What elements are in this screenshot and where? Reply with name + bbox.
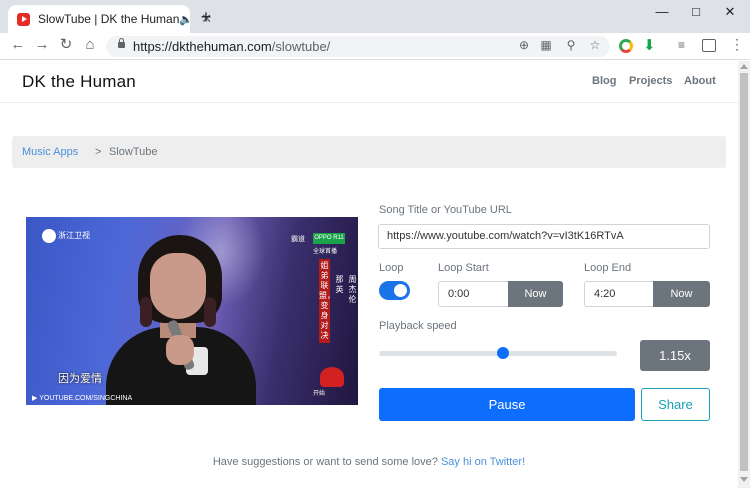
browser-tab-bar: SlowTube | DK the Human 🔈 ✕ + — □ ✕ [0,0,750,33]
extension-chrome-icon[interactable] [619,39,633,53]
loop-end-label: Loop End [584,262,632,274]
page-scrollbar[interactable] [738,61,750,488]
tab-title: SlowTube | DK the Human [38,12,180,26]
footer: Have suggestions or want to send some lo… [0,456,738,468]
download-arrow-icon[interactable]: ⬇ [643,36,657,54]
browser-toolbar: ← → ↻ ⌂ https://dkthehuman.com/slowtube/… [0,33,750,60]
new-tab-button[interactable]: + [198,8,214,26]
video-watermark: ▶ YOUTUBE.COM/SINGCHINA [32,395,133,402]
reading-list-icon[interactable]: ≡ [678,38,692,52]
youtube-favicon-icon [17,12,30,26]
site-brand[interactable]: DK the Human [22,72,136,92]
playback-speed-value: 1.15x [640,340,710,371]
url-text: https://dkthehuman.com/slowtube/ [133,39,331,54]
site-header: DK the Human Blog Projects About [0,61,738,103]
channel-logo-icon [42,229,56,243]
breadcrumb-music-apps[interactable]: Music Apps [22,146,78,158]
add-icon[interactable]: ⊕ [516,38,532,52]
toggle-knob [394,284,407,297]
twitter-link[interactable]: Say hi on Twitter! [441,456,525,468]
breadcrumb-separator: > [95,146,102,158]
translate-icon[interactable]: ▦ [538,38,554,52]
zoom-icon[interactable]: ⚲ [563,38,579,52]
singer-hand [166,335,194,365]
loop-start-label: Loop Start [438,262,489,274]
loop-end-input[interactable]: 4:20 [584,281,653,307]
back-icon[interactable]: ← [10,36,26,54]
close-window-icon[interactable]: ✕ [720,4,740,20]
sponsor-subtitle: 全球首播 [313,249,338,255]
bookmark-star-icon[interactable]: ☆ [587,38,603,52]
minimize-icon[interactable]: — [652,4,672,19]
video-subtitle: 因为爱情 [58,373,102,385]
nav-about[interactable]: About [684,75,716,87]
menu-dots-icon[interactable]: ⋮ [730,36,744,52]
loop-start-input[interactable]: 0:00 [438,281,508,307]
maximize-icon[interactable]: □ [686,4,706,19]
playback-speed-label: Playback speed [379,320,457,332]
lock-icon [118,38,125,48]
vertical-caption-3: 周杰伦 [348,275,357,304]
corner-tag: 霸道 [291,236,305,243]
channel-logo: 浙江卫视 [42,229,90,243]
video-player[interactable]: 浙江卫视 霸道 OPPO R11 全球首播 姐弟联盟，变身对决 那英 周杰伦 开… [26,217,358,405]
song-url-input[interactable]: https://www.youtube.com/watch?v=vI3tK16R… [378,224,710,249]
singer-face [150,253,206,319]
nav-projects[interactable]: Projects [629,75,672,87]
scroll-down-icon[interactable] [740,477,748,482]
buzzer-button-graphic [320,367,344,387]
breadcrumb: Music Apps > SlowTube [12,136,726,168]
forward-icon[interactable]: → [34,36,50,54]
loop-end-now-button[interactable]: Now [653,281,710,307]
scroll-thumb[interactable] [740,73,748,471]
scroll-up-icon[interactable] [740,64,748,69]
speaker-icon[interactable]: 🔈 [179,13,193,26]
home-icon[interactable]: ⌂ [82,36,98,54]
browser-tab[interactable]: SlowTube | DK the Human 🔈 ✕ [8,5,212,33]
earring-left [140,297,152,327]
reload-icon[interactable]: ↻ [58,36,74,54]
slider-thumb[interactable] [496,347,509,359]
pause-button[interactable]: Pause [379,388,635,421]
loop-label: Loop [379,262,404,274]
loop-start-now-button[interactable]: Now [508,281,563,307]
address-bar[interactable]: https://dkthehuman.com/slowtube/ ⊕ ▦ ⚲ ☆ [106,36,610,57]
sponsor-badge: OPPO R11 [313,233,345,244]
share-button[interactable]: Share [641,388,710,421]
earring-right [204,297,216,327]
footer-text: Have suggestions or want to send some lo… [212,456,438,468]
breadcrumb-current: SlowTube [109,146,158,158]
calendar-icon[interactable] [702,39,716,52]
bottom-tag: 开始 [313,391,326,397]
loop-toggle[interactable] [379,281,410,300]
url-label: Song Title or YouTube URL [379,204,512,216]
vertical-caption-1: 姐弟联盟，变身对决 [319,259,335,343]
page-content: DK the Human Blog Projects About Music A… [0,61,738,488]
vertical-caption-2: 那英 [335,275,344,294]
nav-blog[interactable]: Blog [592,75,616,87]
